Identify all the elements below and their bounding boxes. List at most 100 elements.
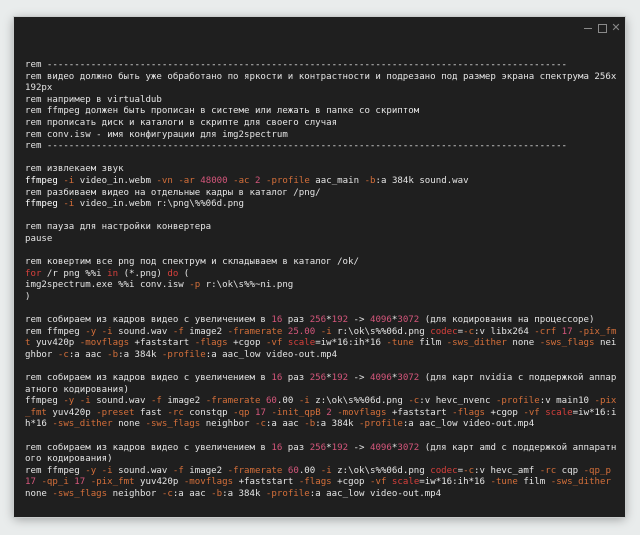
code-token-text: =iw*16:ih*16	[315, 338, 387, 349]
code-token-flag: -qp	[233, 407, 250, 418]
code-token-flag: -y	[63, 396, 75, 407]
maximize-button[interactable]	[596, 22, 608, 34]
code-token-num: 48000	[200, 175, 228, 186]
code-line: rem разбиваем видео на отдельные кадры в…	[25, 188, 621, 200]
code-token-text: :a 384k	[222, 488, 266, 499]
code-token-flag: -profile	[265, 488, 310, 499]
code-token-flag: -sws_dither	[52, 419, 113, 430]
code-token-kw: scale	[391, 477, 420, 488]
code-token-kw: scale	[545, 407, 573, 418]
code-line: rem собираем из кадров видео с увеличени…	[25, 443, 621, 466]
code-token-flag: -tune	[386, 338, 414, 349]
code-token-kw: do	[167, 268, 179, 279]
code-token-text: z:\ok\s%%06d.png	[309, 396, 409, 407]
code-token-kw: codec	[430, 326, 458, 337]
code-token-text: :a 384k	[315, 419, 360, 430]
code-line: rem ------------------------------------…	[25, 60, 621, 72]
code-line: rem ffmpeg -y -i sound.wav -f image2 -fr…	[25, 327, 621, 362]
code-token-num: 16	[271, 442, 283, 453]
code-line: rem ------------------------------------…	[25, 141, 621, 153]
code-line: pause	[25, 234, 621, 246]
code-token-text: fast	[134, 407, 168, 418]
code-token-num: 60	[265, 396, 277, 407]
code-token-num: 17	[561, 326, 573, 337]
code-token-num: 192	[331, 315, 349, 326]
code-token-flag: -movflags	[183, 477, 234, 488]
minimize-button[interactable]	[582, 22, 594, 34]
code-token-text: yuv420p	[134, 477, 184, 488]
code-token-flag: -i	[101, 326, 113, 337]
code-token-text: film	[517, 477, 551, 488]
code-token-text: rem прописать диск и каталоги в скрипте …	[25, 117, 338, 128]
title-bar[interactable]: ✕	[14, 17, 625, 43]
code-token-flag: -sws_dither	[550, 477, 611, 488]
code-token-text: sound.wav	[90, 396, 151, 407]
code-token-flag: -sws_flags	[145, 419, 201, 430]
code-token-text: :v hevc_nvenc	[419, 396, 496, 407]
code-line: img2spectrum.exe %%i conv.isw -p r:\ok\s…	[25, 280, 621, 292]
code-token-text: (для кодирования на процессоре)	[419, 315, 595, 326]
code-token-text: neighbor	[107, 488, 162, 499]
code-token-flag: -flags	[298, 477, 332, 488]
code-text-area[interactable]: rem ------------------------------------…	[25, 60, 621, 501]
code-token-flag: -c	[408, 396, 420, 407]
code-token-flag: -vf	[370, 477, 387, 488]
code-line: ffmpeg -i video_in.webm r:\png\%%06d.png	[25, 199, 621, 211]
code-token-num: 60	[287, 465, 299, 476]
close-button[interactable]: ✕	[610, 22, 622, 34]
code-token-text: (*.png)	[118, 268, 168, 279]
code-line: rem извлекаем звук	[25, 164, 621, 176]
code-token-flag: -profile	[359, 419, 403, 430]
code-token-flag: -y	[85, 326, 97, 337]
code-token-num: 17	[255, 407, 266, 418]
code-token-flag: -c	[57, 349, 69, 360]
code-token-text: none	[112, 419, 146, 430]
code-token-text: +faststart	[129, 338, 195, 349]
code-token-text: :a aac_low video-out.mp4	[205, 349, 338, 360]
editor-window: ✕ rem ----------------------------------…	[14, 17, 625, 517]
code-token-text: image2	[183, 465, 228, 476]
code-token-num: 256	[309, 373, 327, 384]
code-line: rem ffmpeg должен быть прописан в систем…	[25, 106, 621, 118]
code-token-num: 4096	[369, 373, 392, 384]
code-token-text: rem собираем из кадров видео с увеличени…	[25, 315, 272, 326]
code-token-text: r:\ok\s%%06d.png	[331, 326, 431, 337]
code-token-flag: -c	[254, 419, 266, 430]
code-line: rem conv.isw - имя конфигурации для img2…	[25, 130, 621, 142]
code-token-text: video_in.webm	[74, 175, 157, 186]
code-token-flag: -c	[463, 326, 475, 337]
code-token-text: ->	[348, 373, 370, 384]
code-token-text: (	[178, 268, 190, 279]
code-token-text: +cgop	[485, 407, 524, 418]
code-token-cmd: ffmpeg	[25, 199, 64, 210]
code-token-flag: -f	[172, 465, 184, 476]
code-token-flag: -crf	[534, 326, 557, 337]
code-token-text: rem ffmpeg	[25, 465, 86, 476]
code-token-text: rem ffmpeg должен быть прописан в систем…	[25, 106, 420, 117]
code-token-text: img2spectrum.exe %%i conv.isw	[25, 280, 190, 291]
code-token-num: 17	[74, 477, 86, 488]
code-token-text: /r png %%i	[41, 268, 108, 279]
code-token-text: раз	[282, 315, 310, 326]
code-token-text: :a aac_low video-out.mp4	[309, 488, 442, 499]
code-line: )	[25, 292, 621, 304]
code-token-flag: -b	[107, 349, 119, 360]
code-token-flag: -f	[150, 396, 162, 407]
code-token-flag: -flags	[452, 407, 486, 418]
code-token-flag: -i	[63, 199, 75, 210]
code-token-text: :v libx264	[474, 326, 535, 337]
code-token-num: 3072	[397, 315, 420, 326]
code-token-num: 256	[309, 442, 327, 453]
code-token-flag: -ac	[233, 175, 250, 186]
code-token-num: 256	[309, 315, 327, 326]
code-token-num: 192	[331, 442, 349, 453]
code-token-flag: -movflags	[79, 338, 130, 349]
code-token-text: constqp	[183, 407, 234, 418]
code-line: rem собираем из кадров видео с увеличени…	[25, 315, 621, 327]
code-token-flag: -qp_p	[583, 465, 611, 476]
code-line: rem ковертим все png под спектрум и скла…	[25, 257, 621, 269]
code-token-flag: -vn	[156, 175, 173, 186]
code-token-flag: -vf	[265, 338, 283, 349]
